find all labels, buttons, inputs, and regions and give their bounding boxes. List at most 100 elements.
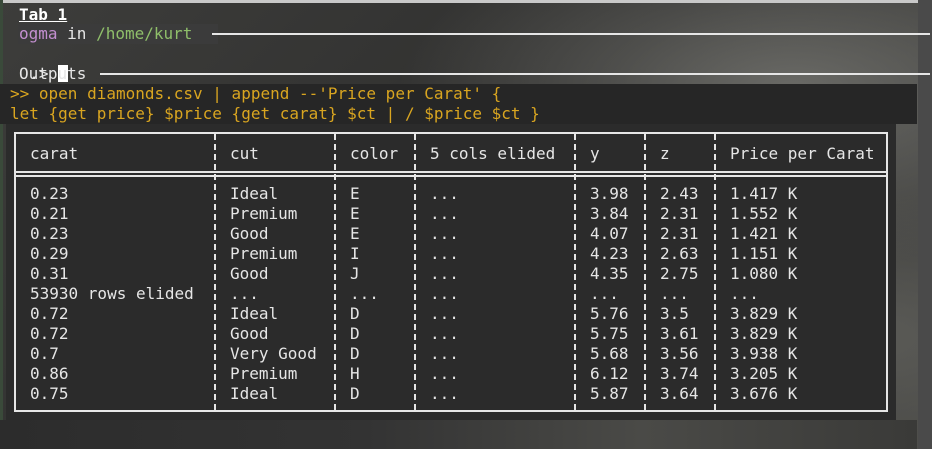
table-cell: ... xyxy=(430,184,459,203)
table-cell: 3.829 K xyxy=(730,304,798,323)
command-prompt[interactable]: .> xyxy=(10,44,69,83)
table-cell: D xyxy=(350,384,360,403)
table-cell: Very Good xyxy=(230,344,317,363)
header-separator xyxy=(14,171,888,173)
table-cell: 5.87 xyxy=(590,384,629,403)
table-cell: 3.5 xyxy=(660,304,689,323)
command-echo-line-1: >> open diamonds.csv | append --'Price p… xyxy=(10,84,502,103)
column-header-carat: carat xyxy=(30,144,79,163)
table-cell: 3.938 K xyxy=(730,344,798,363)
output-table: carat cut color 5 cols elided y z Price … xyxy=(6,124,896,420)
table-cell: D xyxy=(350,344,360,363)
table-cell: 4.35 xyxy=(590,264,629,283)
table-cell: D xyxy=(350,304,360,323)
table-cell: ... xyxy=(660,284,689,303)
table-cell: J xyxy=(350,264,360,283)
column-divider xyxy=(414,134,416,410)
table-cell: 0.23 xyxy=(30,184,69,203)
table-cell: 0.72 xyxy=(30,304,69,323)
column-header-elided: 5 cols elided xyxy=(430,144,556,163)
table-cell: 5.76 xyxy=(590,304,629,323)
table-cell: Good xyxy=(230,264,269,283)
table-cell: D xyxy=(350,324,360,343)
column-divider xyxy=(644,134,646,410)
table-cell: Premium xyxy=(230,364,298,383)
outputs-divider xyxy=(100,73,930,75)
outputs-label: Outputs xyxy=(19,64,87,83)
table-cell: ... xyxy=(430,324,459,343)
table-cell: 3.64 xyxy=(660,384,699,403)
table-cell: 3.61 xyxy=(660,324,699,343)
table-cell: 3.98 xyxy=(590,184,629,203)
table-cell: 0.7 xyxy=(30,344,59,363)
table-cell: 1.417 K xyxy=(730,184,798,203)
table-cell: Good xyxy=(230,324,269,343)
table-cell: ... xyxy=(730,284,759,303)
table-cell: 0.86 xyxy=(30,364,69,383)
tab-title: Tab 1 xyxy=(19,5,68,24)
table-cell: ... xyxy=(430,224,459,243)
header-separator xyxy=(14,175,888,177)
table-cell: Premium xyxy=(230,204,298,223)
table-cell: ... xyxy=(430,204,459,223)
table-cell: Ideal xyxy=(230,304,279,323)
table-cell: ... xyxy=(350,284,379,303)
table-cell: E xyxy=(350,184,360,203)
column-header-cut: cut xyxy=(230,144,259,163)
session-header: ogma in /home/kurt xyxy=(10,24,930,44)
header-divider xyxy=(212,33,930,35)
table-cell: 2.43 xyxy=(660,184,699,203)
column-header-price-per-carat: Price per Carat xyxy=(730,144,875,163)
table-cell: 0.21 xyxy=(30,204,69,223)
tab-1[interactable]: Tab 1 xyxy=(10,4,210,24)
table-cell: 3.205 K xyxy=(730,364,798,383)
column-header-z: z xyxy=(660,144,670,163)
table-cell: ... xyxy=(590,284,619,303)
table-cell: 3.56 xyxy=(660,344,699,363)
table-cell: 1.151 K xyxy=(730,244,798,263)
column-divider xyxy=(214,134,216,410)
column-divider xyxy=(574,134,576,410)
table-cell: 3.829 K xyxy=(730,324,798,343)
table-cell: ... xyxy=(430,364,459,383)
table-cell: 3.74 xyxy=(660,364,699,383)
desktop-background-bottom xyxy=(0,420,917,449)
table-cell: H xyxy=(350,364,360,383)
table-cell: 2.31 xyxy=(660,224,699,243)
table-cell: 1.421 K xyxy=(730,224,798,243)
table-cell: 2.31 xyxy=(660,204,699,223)
column-divider xyxy=(714,134,716,410)
table-cell: Ideal xyxy=(230,384,279,403)
table-cell: Premium xyxy=(230,244,298,263)
command-echo-line-2: let {get price} $price {get carat} $ct |… xyxy=(10,104,540,123)
current-directory: /home/kurt xyxy=(96,24,193,43)
table-cell: 4.07 xyxy=(590,224,629,243)
table-cell: E xyxy=(350,204,360,223)
table-cell: ... xyxy=(430,284,459,303)
table-cell: 3.676 K xyxy=(730,384,798,403)
column-header-color: color xyxy=(350,144,399,163)
table-cell: 4.23 xyxy=(590,244,629,263)
window-left-border xyxy=(0,0,3,449)
table-cell: E xyxy=(350,224,360,243)
table-cell: 0.23 xyxy=(30,224,69,243)
window-top-border xyxy=(0,0,932,3)
column-header-y: y xyxy=(590,144,600,163)
table-cell: 1.080 K xyxy=(730,264,798,283)
table-cell: ... xyxy=(430,244,459,263)
table-cell: 0.75 xyxy=(30,384,69,403)
table-cell: 0.72 xyxy=(30,324,69,343)
table-cell: 6.12 xyxy=(590,364,629,383)
table-cell: 53930 rows elided xyxy=(30,284,194,303)
table-cell: Good xyxy=(230,224,269,243)
in-word: in xyxy=(67,24,87,43)
table-cell: 5.75 xyxy=(590,324,629,343)
location-text: ogma in /home/kurt xyxy=(19,24,192,44)
table-cell: 5.68 xyxy=(590,344,629,363)
table-cell: 0.29 xyxy=(30,244,69,263)
table-cell: 0.31 xyxy=(30,264,69,283)
table-cell: 3.84 xyxy=(590,204,629,223)
table-cell: 2.75 xyxy=(660,264,699,283)
table-cell: ... xyxy=(430,304,459,323)
username: ogma xyxy=(19,24,58,43)
